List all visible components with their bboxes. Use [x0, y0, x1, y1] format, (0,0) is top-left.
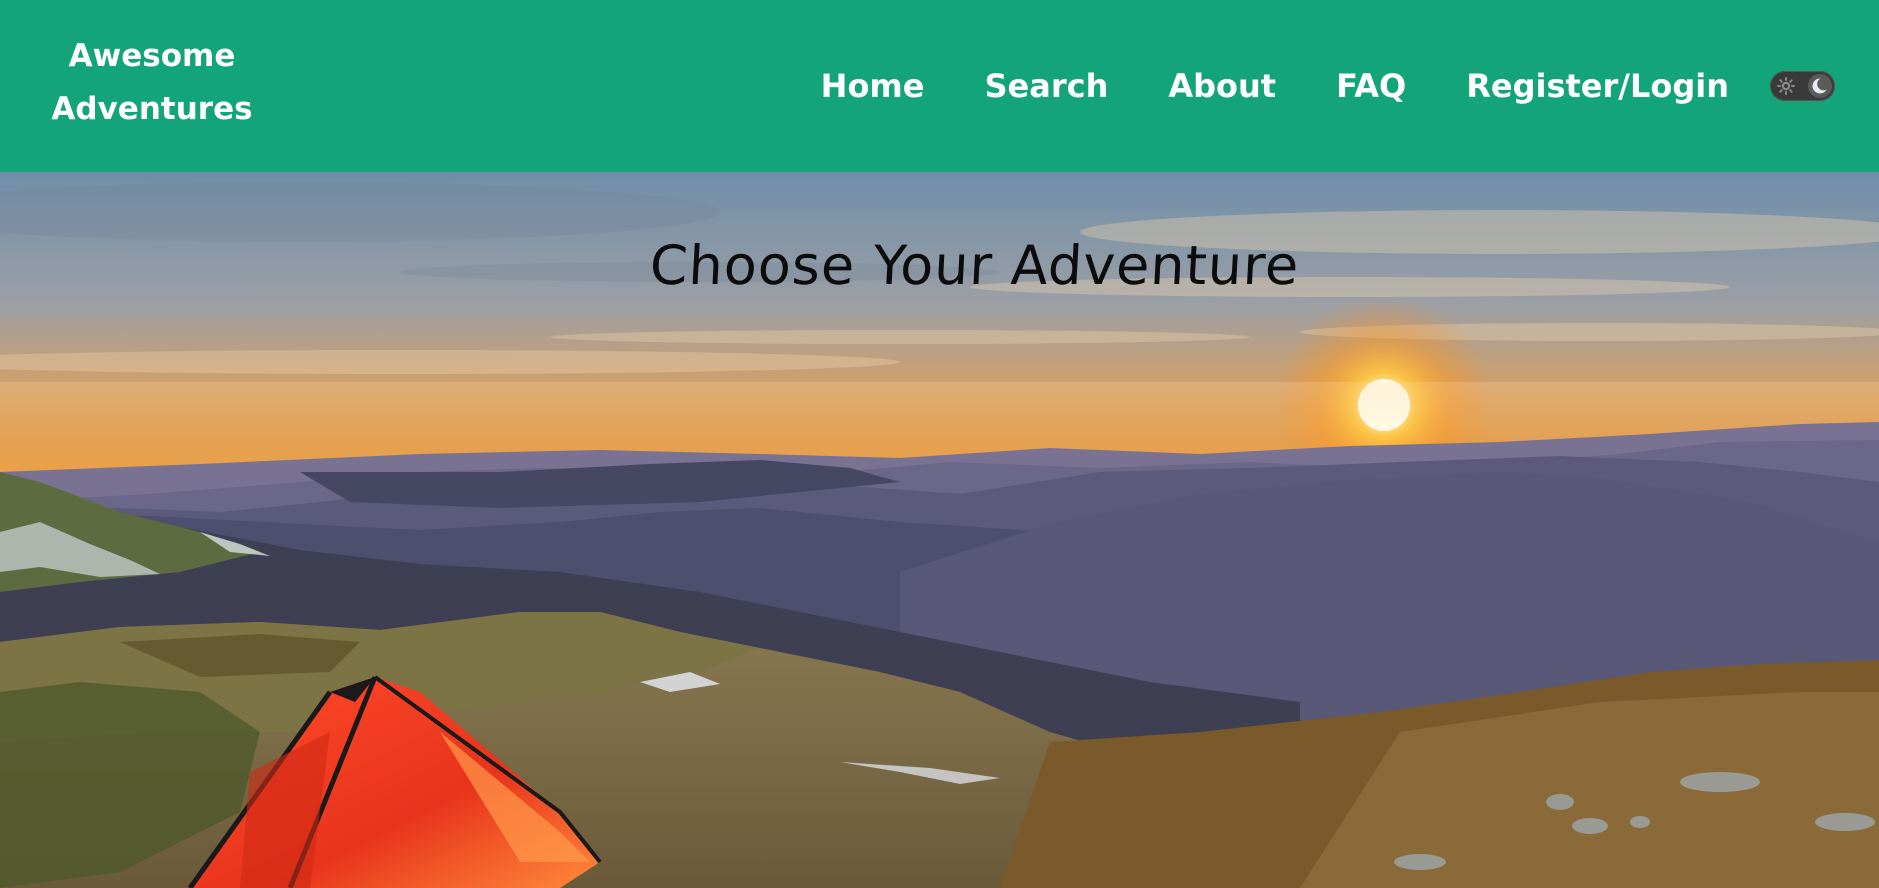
- nav-link-faq[interactable]: FAQ: [1336, 67, 1406, 105]
- navbar: Awesome Adventures Home Search About FAQ…: [0, 0, 1879, 172]
- nav-link-home[interactable]: Home: [821, 67, 925, 105]
- brand-logo-link[interactable]: Awesome Adventures: [30, 30, 274, 136]
- nav-link-search[interactable]: Search: [984, 67, 1108, 105]
- sun-gear-icon: [1777, 77, 1795, 95]
- theme-toggle-switch[interactable]: [1770, 71, 1835, 101]
- main-nav: Home Search About FAQ Register/Login: [821, 58, 1879, 114]
- brand-line-2: Adventures: [51, 91, 253, 127]
- hero-banner: Choose Your Adventure: [0, 172, 1879, 888]
- moon-icon: [1812, 77, 1830, 94]
- brand-line-1: Awesome: [68, 38, 236, 74]
- nav-link-register-login[interactable]: Register/Login: [1466, 67, 1729, 105]
- nav-link-about[interactable]: About: [1168, 67, 1276, 105]
- hero-title: Choose Your Adventure: [648, 234, 1301, 297]
